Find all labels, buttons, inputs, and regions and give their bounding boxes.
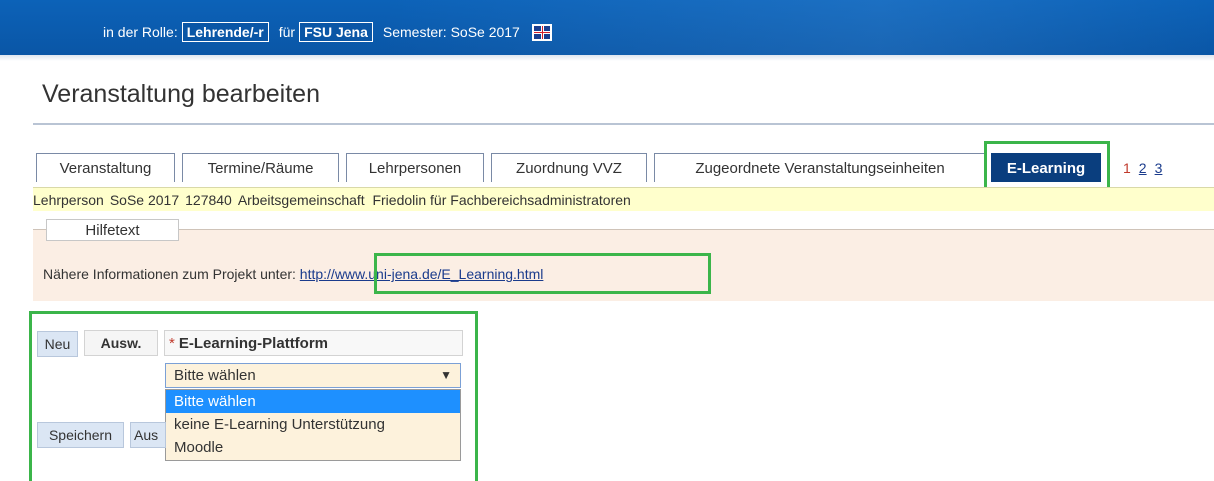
highlight-box-link [374, 253, 711, 294]
uk-flag-icon[interactable] [531, 23, 552, 41]
semester-label: Semester: SoSe 2017 [382, 24, 520, 40]
help-text-label: Nähere Informationen zum Projekt unter: [43, 266, 300, 282]
info-role: Lehrperson [33, 191, 104, 208]
course-info-row: Lehrperson SoSe 2017 127840 Arbeitsgemei… [33, 187, 1214, 211]
option-keine-e-learning[interactable]: keine E-Learning Unterstützung [166, 413, 460, 436]
top-bar-shadow [0, 55, 1214, 61]
chevron-down-icon[interactable]: ▼ [440, 368, 452, 382]
info-semester: SoSe 2017 [109, 191, 180, 208]
tab-veranstaltung[interactable]: Veranstaltung [36, 153, 175, 182]
platform-select-value: Bitte wählen [174, 367, 256, 384]
top-bar: in der Rolle: Lehrende/-r für FSU Jena S… [0, 0, 1214, 55]
page-link-3[interactable]: 3 [1155, 160, 1163, 176]
platform-field-header: * E-Learning-Plattform [164, 330, 463, 356]
page-title: Veranstaltung bearbeiten [42, 80, 320, 108]
page-current: 1 [1123, 160, 1131, 176]
role-selector[interactable]: Lehrende/-r [181, 22, 269, 42]
option-bitte-waehlen[interactable]: Bitte wählen [166, 390, 460, 413]
title-divider [33, 123, 1214, 125]
tab-termine-raeume[interactable]: Termine/Räume [182, 153, 339, 182]
tab-lehrpersonen[interactable]: Lehrpersonen [346, 153, 484, 182]
tab-zugeordnete-veranstaltungseinheiten[interactable]: Zugeordnete Veranstaltungseinheiten [654, 153, 986, 182]
platform-dropdown-list: Bitte wählen keine E-Learning Unterstütz… [165, 389, 461, 461]
page-link-2[interactable]: 2 [1139, 160, 1147, 176]
institution-label: für [278, 24, 296, 40]
pagination: 1 2 3 [1123, 160, 1162, 176]
new-button[interactable]: Neu [37, 331, 78, 357]
platform-select[interactable]: Bitte wählen ▼ [165, 363, 461, 388]
info-title: Arbeitsgemeinschaft Friedolin für Fachbe… [237, 191, 631, 208]
tab-zuordnung-vvz[interactable]: Zuordnung VVZ [491, 153, 647, 182]
select-column-header: Ausw. [84, 330, 158, 356]
secondary-button[interactable]: Aus [130, 422, 166, 448]
institution-selector[interactable]: FSU Jena [299, 22, 373, 42]
required-marker: * [169, 334, 175, 352]
role-label: in der Rolle: [103, 24, 178, 40]
save-button[interactable]: Speichern [37, 422, 124, 448]
context-bar: in der Rolle: Lehrende/-r für FSU Jena S… [103, 19, 552, 45]
help-legend[interactable]: Hilfetext [46, 219, 179, 241]
platform-field-label: E-Learning-Plattform [178, 334, 329, 352]
info-number: 127840 [185, 191, 232, 208]
option-moodle[interactable]: Moodle [166, 436, 460, 459]
